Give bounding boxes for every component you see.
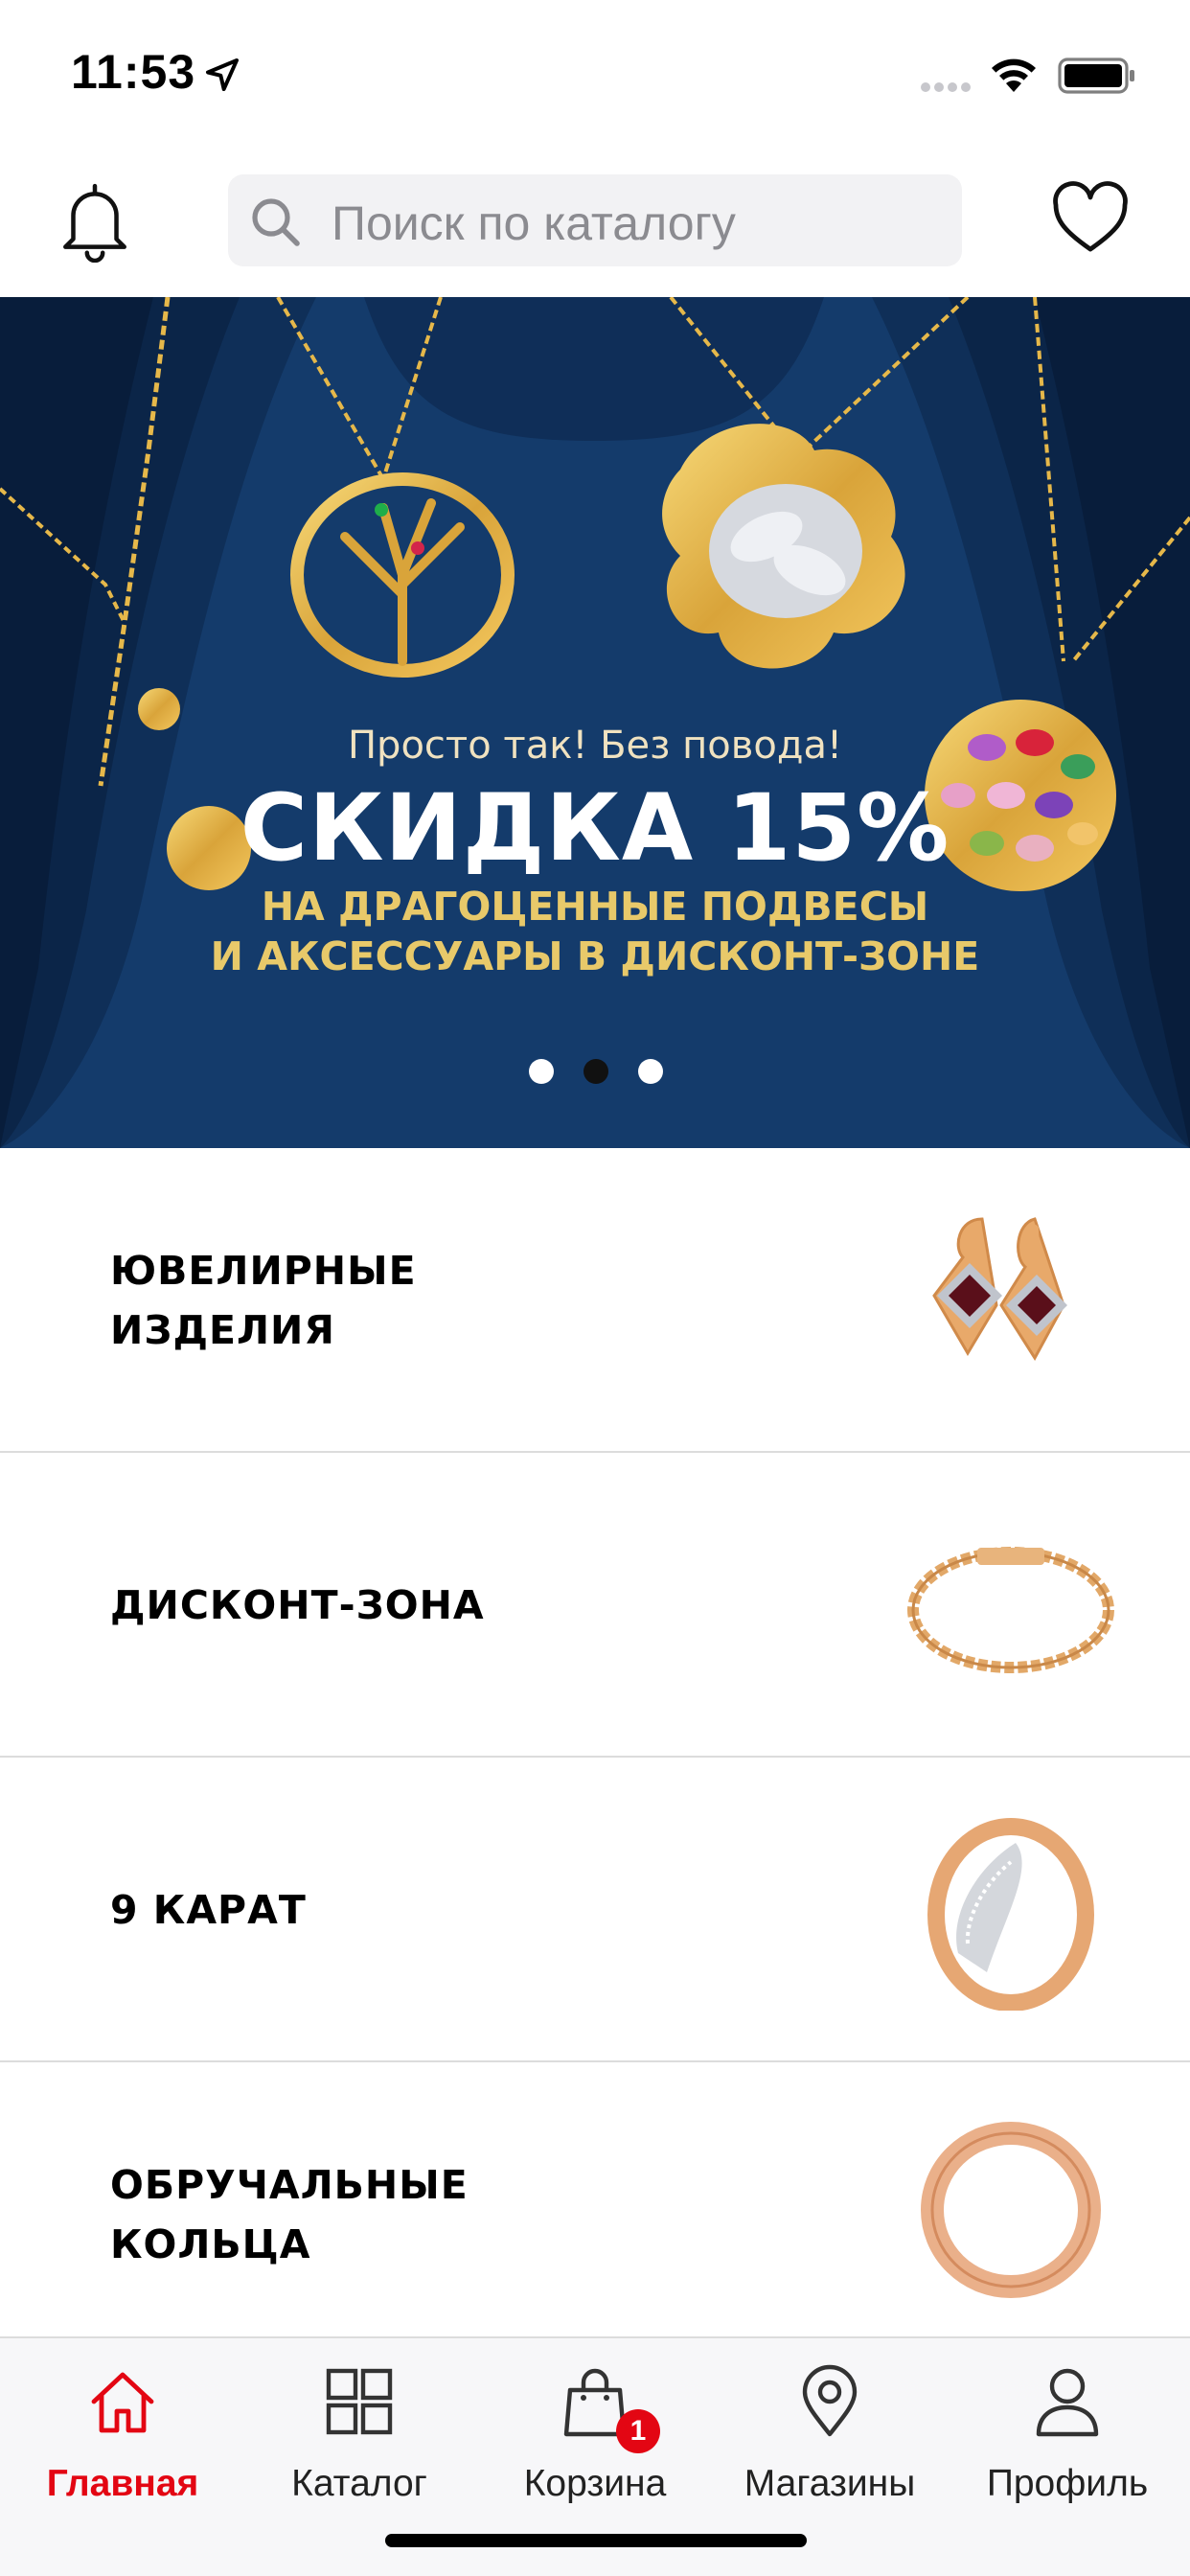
tab-profile[interactable]: Профиль (949, 2338, 1186, 2520)
category-list: ЮВЕЛИРНЫЕ ИЗДЕЛИЯ ДИСКОНТ-ЗОНА 9 КАРАТ О… (0, 1148, 1190, 2367)
banner-line-1: НА ДРАГОЦЕННЫЕ ПОДВЕСЫ (261, 884, 929, 930)
banner-title: СКИДКА 15% (240, 774, 950, 882)
promo-banner[interactable]: Просто так! Без повода! СКИДКА 15% НА ДР… (0, 297, 1190, 1148)
banner-subtitle: Просто так! Без повода! (347, 724, 843, 768)
battery-icon (1058, 58, 1134, 94)
heart-icon[interactable] (1050, 180, 1131, 257)
signal-icon (921, 82, 971, 92)
status-bar: 11:53 (0, 0, 1190, 144)
category-label: ЮВЕЛИРНЫЕ ИЗДЕЛИЯ (110, 1248, 417, 1353)
top-bar: Поиск по каталогу (0, 144, 1190, 297)
wedding-ring-image (921, 2122, 1101, 2298)
bell-icon[interactable] (56, 180, 134, 263)
tab-home[interactable]: Главная (4, 2338, 241, 2520)
search-icon (252, 198, 300, 246)
banner-line-2: И АКСЕССУАРЫ В ДИСКОНТ-ЗОНЕ (210, 933, 980, 979)
location-arrow-icon (206, 58, 239, 91)
category-item-jewelry[interactable]: ЮВЕЛИРНЫЕ ИЗДЕЛИЯ (0, 1148, 1190, 1453)
earrings-image (932, 1217, 1067, 1361)
diamond-ring-image (927, 1818, 1094, 2011)
category-label: 9 КАРАТ (110, 1887, 307, 1933)
bracelet-image (907, 1547, 1114, 1673)
carousel-dot[interactable] (529, 1059, 554, 1084)
status-time: 11:53 (71, 45, 196, 99)
cart-badge: 1 (616, 2409, 660, 2453)
search-input[interactable]: Поиск по каталогу (228, 174, 962, 266)
tab-label: Магазины (744, 2463, 916, 2504)
home-indicator[interactable] (385, 2534, 807, 2547)
tab-label: Каталог (291, 2463, 427, 2504)
tab-stores[interactable]: Магазины (711, 2338, 949, 2520)
category-label: ДИСКОНТ-ЗОНА (110, 1582, 485, 1628)
tab-label: Главная (46, 2463, 199, 2504)
user-icon (1036, 2368, 1099, 2437)
tab-label: Корзина (523, 2463, 667, 2504)
search-placeholder: Поиск по каталогу (332, 196, 736, 250)
tab-catalog[interactable]: Каталог (240, 2338, 478, 2520)
carousel-dot[interactable] (638, 1059, 663, 1084)
carousel-dot-active[interactable] (584, 1059, 608, 1084)
grid-icon (326, 2368, 393, 2435)
tab-label: Профиль (986, 2463, 1149, 2504)
category-item-9-carat[interactable]: 9 КАРАТ (0, 1758, 1190, 2062)
banner-background (0, 297, 1190, 1148)
tab-cart[interactable]: 1 Корзина (476, 2338, 714, 2520)
map-pin-icon (802, 2364, 858, 2437)
category-label: ОБРУЧАЛЬНЫЕ КОЛЬЦА (110, 2162, 469, 2267)
category-item-wedding-rings[interactable]: ОБРУЧАЛЬНЫЕ КОЛЬЦА (0, 2062, 1190, 2367)
home-icon (91, 2372, 154, 2433)
wifi-icon (992, 58, 1036, 92)
category-item-discount[interactable]: ДИСКОНТ-ЗОНА (0, 1453, 1190, 1758)
carousel-dots[interactable] (529, 1059, 663, 1088)
